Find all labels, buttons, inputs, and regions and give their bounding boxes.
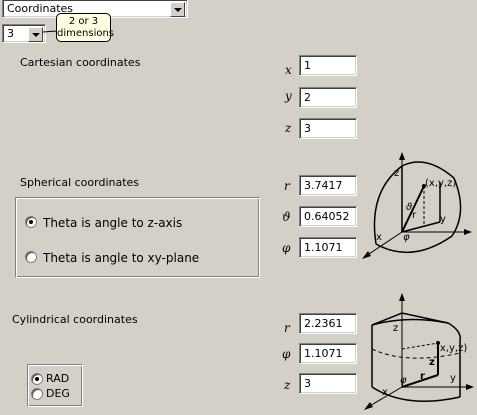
- cartesian-heading: Cartesian coordinates: [20, 56, 141, 69]
- tooltip-pointer: [43, 30, 57, 33]
- deg-option[interactable]: DEG: [29, 387, 81, 401]
- deg-label: DEG: [46, 387, 70, 400]
- spherical-theta-value: 0.64052: [304, 210, 350, 223]
- tooltip-line-2: dimensions: [57, 28, 115, 39]
- dimension-select[interactable]: 3: [2, 24, 46, 43]
- cylindrical-diagram: (x,y,z) z z r x y φ: [364, 293, 474, 410]
- tooltip-line-1: 2 or 3: [68, 16, 99, 27]
- cylindrical-z-value: 3: [304, 377, 311, 390]
- sphere-phi-label: φ: [403, 232, 410, 243]
- spherical-heading: Spherical coordinates: [20, 176, 140, 189]
- cartesian-y-value: 2: [304, 91, 311, 104]
- theta-z-axis-option[interactable]: Theta is angle to z-axis: [23, 213, 223, 233]
- sphere-x-label: x: [376, 232, 382, 243]
- cartesian-z-value: 3: [304, 122, 311, 135]
- cylinder-y-label: y: [450, 373, 456, 384]
- cartesian-z-input[interactable]: 3: [299, 118, 357, 139]
- cartesian-x-label: x: [285, 63, 292, 77]
- sphere-point-label: (x,y,z): [425, 178, 456, 189]
- theta-z-axis-label: Theta is angle to z-axis: [43, 216, 183, 230]
- cylindrical-z-input[interactable]: 3: [299, 373, 357, 394]
- radio-selected-icon[interactable]: [25, 216, 37, 228]
- cartesian-y-input[interactable]: 2: [299, 87, 357, 108]
- dimension-select-value: 3: [7, 27, 14, 40]
- cartesian-y-label: y: [285, 89, 292, 103]
- spherical-theta-label: ϑ: [282, 210, 291, 224]
- spherical-r-input[interactable]: 3.7417: [299, 175, 357, 196]
- rad-label: RAD: [46, 372, 70, 385]
- cylinder-z-top-label: z: [393, 323, 398, 334]
- radio-selected-icon[interactable]: [31, 373, 43, 385]
- theta-xy-plane-label: Theta is angle to xy-plane: [43, 251, 200, 265]
- spherical-r-label: r: [284, 179, 290, 193]
- cylindrical-phi-input[interactable]: 1.1071: [299, 343, 357, 364]
- spherical-phi-label: φ: [282, 241, 291, 255]
- cylindrical-z-label: z: [284, 378, 291, 392]
- cylinder-phi-label: φ: [400, 375, 407, 386]
- cylindrical-phi-value: 1.1071: [304, 347, 343, 360]
- cylindrical-r-input[interactable]: 2.2361: [299, 313, 357, 334]
- cylindrical-phi-label: φ: [282, 347, 291, 361]
- spherical-phi-input[interactable]: 1.1071: [299, 237, 357, 258]
- radio-unselected-icon[interactable]: [31, 388, 43, 400]
- sphere-z-label: z: [394, 168, 399, 179]
- cylinder-point-label: (x,y,z): [436, 343, 467, 354]
- cylindrical-r-value: 2.2361: [304, 317, 343, 330]
- cylinder-r-label: r: [420, 371, 425, 382]
- cylindrical-r-label: r: [284, 321, 290, 335]
- spherical-diagram: (x,y,z) z ϑ r x y φ: [362, 152, 472, 259]
- rad-option[interactable]: RAD: [29, 372, 81, 386]
- dimensions-tooltip: 2 or 3 dimensions: [56, 13, 115, 42]
- cartesian-x-input[interactable]: 1: [299, 55, 357, 76]
- chevron-down-icon[interactable]: [170, 2, 185, 17]
- cartesian-x-value: 1: [304, 59, 311, 72]
- spherical-theta-input[interactable]: 0.64052: [299, 206, 357, 227]
- sphere-r-label: r: [412, 210, 417, 221]
- chevron-down-icon[interactable]: [28, 27, 43, 42]
- cartesian-z-label: z: [285, 121, 292, 135]
- theta-xy-plane-option[interactable]: Theta is angle to xy-plane: [23, 248, 233, 268]
- cylinder-x-label: x: [382, 387, 388, 398]
- radio-unselected-icon[interactable]: [25, 251, 37, 263]
- spherical-phi-value: 1.1071: [304, 241, 343, 254]
- cylindrical-heading: Cylindrical coordinates: [12, 313, 138, 326]
- sphere-y-label: y: [440, 214, 446, 225]
- spherical-r-value: 3.7417: [304, 179, 343, 192]
- cylinder-z-label: z: [429, 357, 435, 368]
